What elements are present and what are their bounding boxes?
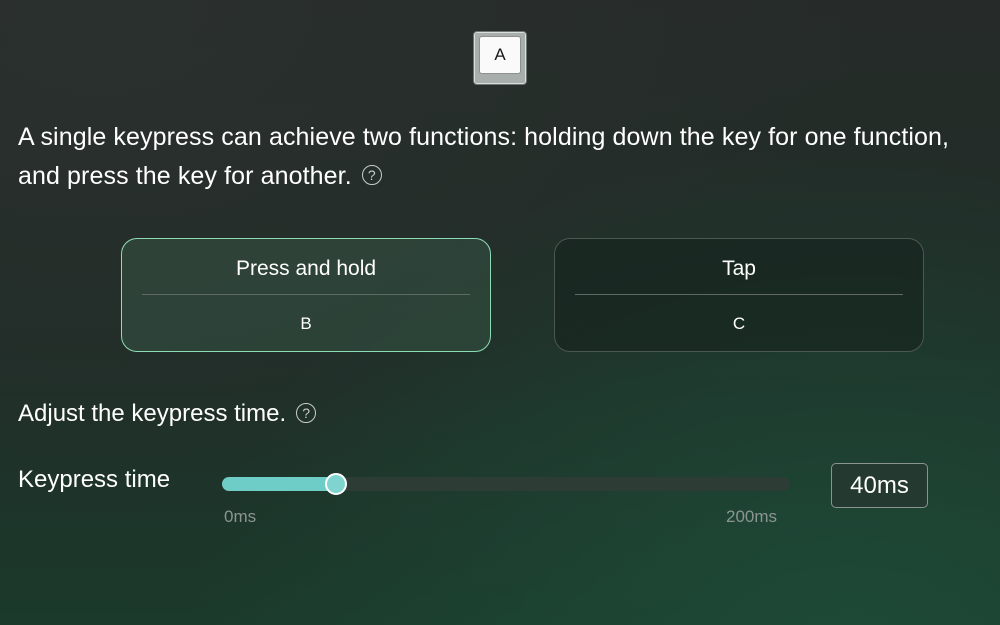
tap-value: C [732, 314, 746, 333]
description-body: A single keypress can achieve two functi… [18, 123, 950, 190]
slider-thumb[interactable] [324, 473, 347, 495]
keycap: A [473, 31, 527, 85]
keycap-label: A [479, 36, 521, 74]
slider-max-label: 200ms [726, 507, 778, 526]
tap-title: Tap [722, 257, 756, 280]
slider-fill [222, 477, 336, 491]
keypress-time-label: Keypress time [18, 466, 171, 493]
adjust-title: Adjust the keypress time.? [18, 400, 317, 428]
description-text: A single keypress can achieve two functi… [18, 118, 988, 196]
card-divider [575, 294, 903, 295]
slider-min-label: 0ms [224, 507, 257, 526]
help-icon[interactable]: ? [361, 165, 382, 186]
press-and-hold-value: B [300, 314, 312, 333]
help-icon[interactable]: ? [296, 402, 317, 423]
tap-card[interactable]: Tap C [554, 238, 924, 352]
card-divider [142, 294, 470, 295]
keypress-time-value[interactable]: 40ms [831, 463, 928, 508]
keypress-time-slider[interactable] [222, 473, 790, 495]
adjust-title-text: Adjust the keypress time. [18, 400, 287, 427]
press-and-hold-title: Press and hold [235, 257, 377, 280]
press-and-hold-card[interactable]: Press and hold B [121, 238, 491, 352]
